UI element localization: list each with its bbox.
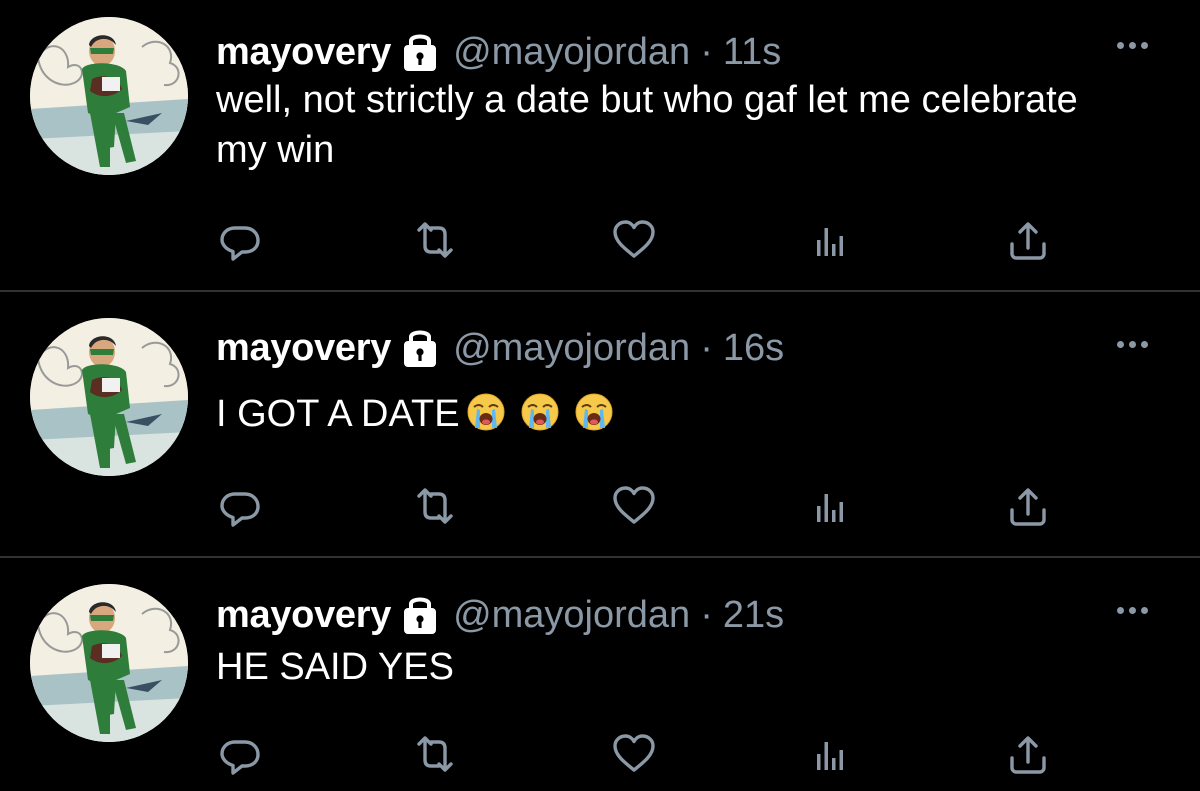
tweet-text: HE SAID YES bbox=[216, 646, 454, 688]
separator: · bbox=[700, 31, 713, 73]
more-icon[interactable] bbox=[1117, 42, 1148, 49]
tweet-header: mayovery @mayojordan · 21s bbox=[216, 590, 784, 640]
tweet[interactable]: mayovery @mayojordan · 16s I GOT A DATE bbox=[0, 292, 1200, 556]
action-bar bbox=[0, 482, 1200, 530]
like-icon[interactable] bbox=[610, 482, 658, 530]
analytics-icon[interactable] bbox=[806, 730, 854, 778]
share-icon[interactable] bbox=[1004, 482, 1052, 530]
like-icon[interactable] bbox=[610, 730, 658, 778]
separator: · bbox=[700, 327, 713, 369]
avatar[interactable] bbox=[30, 584, 188, 742]
separator: · bbox=[700, 594, 713, 636]
timestamp[interactable]: 16s bbox=[723, 323, 784, 373]
reply-icon[interactable] bbox=[216, 216, 264, 264]
loudly-crying-face-emoji bbox=[520, 392, 560, 432]
tweet-header: mayovery @mayojordan · 16s bbox=[216, 323, 784, 373]
handle[interactable]: @mayojordan bbox=[453, 323, 690, 373]
timestamp[interactable]: 11s bbox=[723, 27, 781, 77]
display-name[interactable]: mayovery bbox=[216, 590, 391, 640]
lock-icon bbox=[399, 594, 441, 636]
avatar[interactable] bbox=[30, 17, 188, 175]
more-icon[interactable] bbox=[1117, 341, 1148, 348]
share-icon[interactable] bbox=[1004, 216, 1052, 264]
reply-icon[interactable] bbox=[216, 482, 264, 530]
avatar[interactable] bbox=[30, 318, 188, 476]
lock-icon bbox=[399, 327, 441, 369]
tweet-header: mayovery @mayojordan · 11s bbox=[216, 27, 781, 77]
action-bar bbox=[0, 730, 1200, 778]
retweet-icon[interactable] bbox=[411, 482, 459, 530]
tweet-text: well, not strictly a date but who gaf le… bbox=[216, 79, 1078, 171]
analytics-icon[interactable] bbox=[806, 216, 854, 264]
analytics-icon[interactable] bbox=[806, 482, 854, 530]
lock-icon bbox=[399, 31, 441, 73]
tweet[interactable]: mayovery @mayojordan · 11s well, not str… bbox=[0, 0, 1200, 290]
retweet-icon[interactable] bbox=[411, 216, 459, 264]
reply-icon[interactable] bbox=[216, 730, 264, 778]
action-bar bbox=[0, 216, 1200, 264]
loudly-crying-face-emoji bbox=[574, 392, 614, 432]
tweet-text-content: I GOT A DATE bbox=[216, 393, 460, 435]
handle[interactable]: @mayojordan bbox=[453, 590, 690, 640]
more-icon[interactable] bbox=[1117, 607, 1148, 614]
retweet-icon[interactable] bbox=[411, 730, 459, 778]
timestamp[interactable]: 21s bbox=[723, 590, 784, 640]
handle[interactable]: @mayojordan bbox=[453, 27, 690, 77]
loudly-crying-face-emoji bbox=[466, 392, 506, 432]
display-name[interactable]: mayovery bbox=[216, 323, 391, 373]
tweet-text: I GOT A DATE bbox=[216, 389, 1116, 439]
like-icon[interactable] bbox=[610, 216, 658, 264]
display-name[interactable]: mayovery bbox=[216, 27, 391, 77]
share-icon[interactable] bbox=[1004, 730, 1052, 778]
tweet[interactable]: mayovery @mayojordan · 21s HE SAID YES bbox=[0, 558, 1200, 791]
